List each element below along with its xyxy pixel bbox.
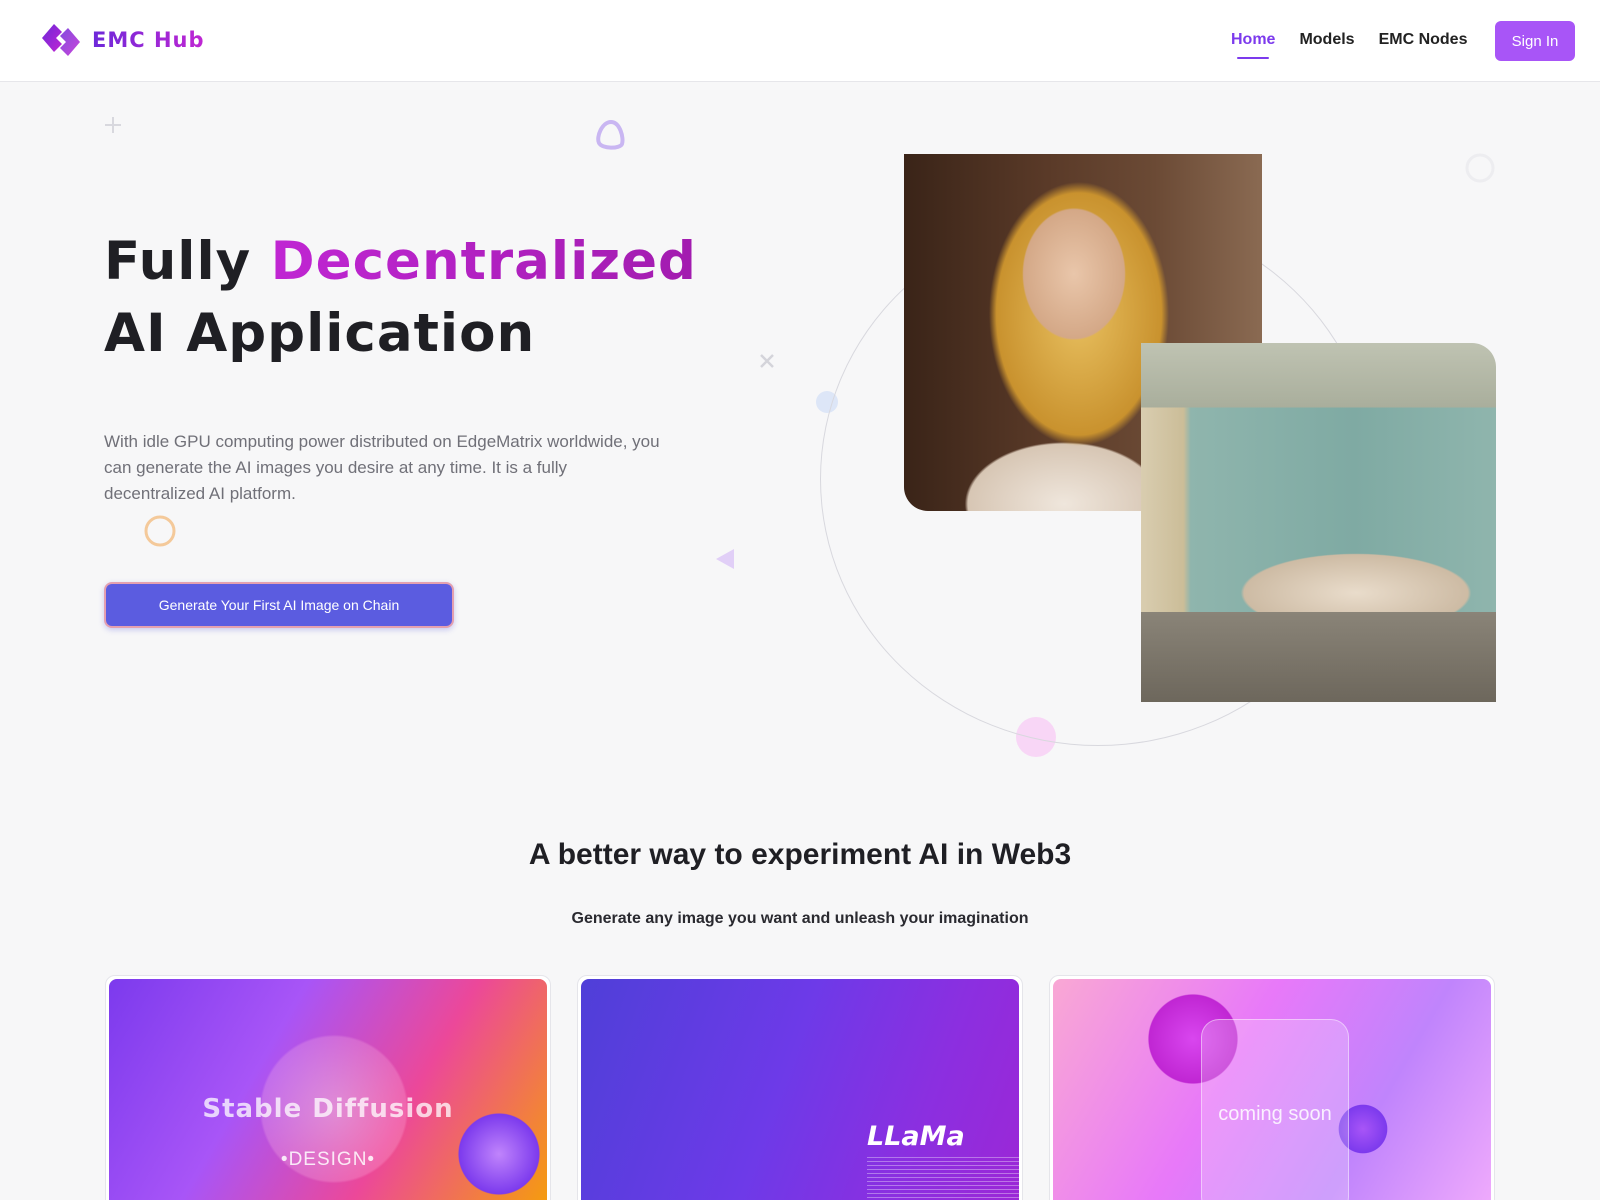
card-image: coming soon	[1053, 979, 1491, 1200]
plus-decoration-icon	[105, 117, 121, 133]
brand-logo[interactable]: EMC Hub	[38, 20, 205, 60]
nav-emc-nodes[interactable]: EMC Nodes	[1379, 31, 1468, 49]
hero-description: With idle GPU computing power distribute…	[104, 432, 660, 503]
card-image: Stable Diffusion •DESIGN•	[109, 979, 547, 1200]
generate-image-button[interactable]: Generate Your First AI Image on Chain	[104, 582, 454, 628]
emc-logo-icon	[42, 24, 80, 56]
model-card-stable-diffusion[interactable]: Stable Diffusion •DESIGN•	[105, 975, 551, 1200]
hero-title-part2: AI Application	[104, 303, 536, 364]
brand-name: EMC Hub	[92, 28, 205, 52]
blob-decoration-icon	[596, 119, 625, 150]
cross-decoration-icon	[760, 354, 774, 368]
model-card-coming-soon[interactable]: coming soon	[1049, 975, 1495, 1200]
section-title: A better way to experiment AI in Web3	[528, 838, 1072, 871]
ring-orange-decoration-icon	[144, 515, 176, 547]
hero-title-accent: Decentralized	[270, 231, 697, 292]
triangle-decoration-icon	[716, 549, 734, 569]
hero-title-part1: Fully	[104, 231, 271, 292]
hero-title: Fully Decentralized AI Application	[104, 226, 744, 370]
sign-in-button[interactable]: Sign In	[1495, 21, 1575, 61]
main-nav: Home Models EMC Nodes	[1231, 31, 1468, 59]
card-image: LLaMa	[581, 979, 1019, 1200]
ring-decoration-icon	[1465, 153, 1495, 183]
section-subtitle: Generate any image you want and unleash …	[571, 910, 1029, 927]
nav-home[interactable]: Home	[1231, 31, 1275, 59]
hero-image-car	[1141, 343, 1496, 702]
card-title: Stable Diffusion	[202, 1094, 454, 1124]
card-title: coming soon	[1218, 1103, 1332, 1125]
card-subtitle: •DESIGN•	[280, 1149, 376, 1170]
top-header: EMC Hub Home Models EMC Nodes Sign In	[0, 0, 1600, 82]
model-card-llama[interactable]: LLaMa	[577, 975, 1023, 1200]
card-fine-print	[867, 1157, 1019, 1200]
card-title: LLaMa	[867, 1121, 965, 1152]
nav-models[interactable]: Models	[1299, 31, 1354, 49]
